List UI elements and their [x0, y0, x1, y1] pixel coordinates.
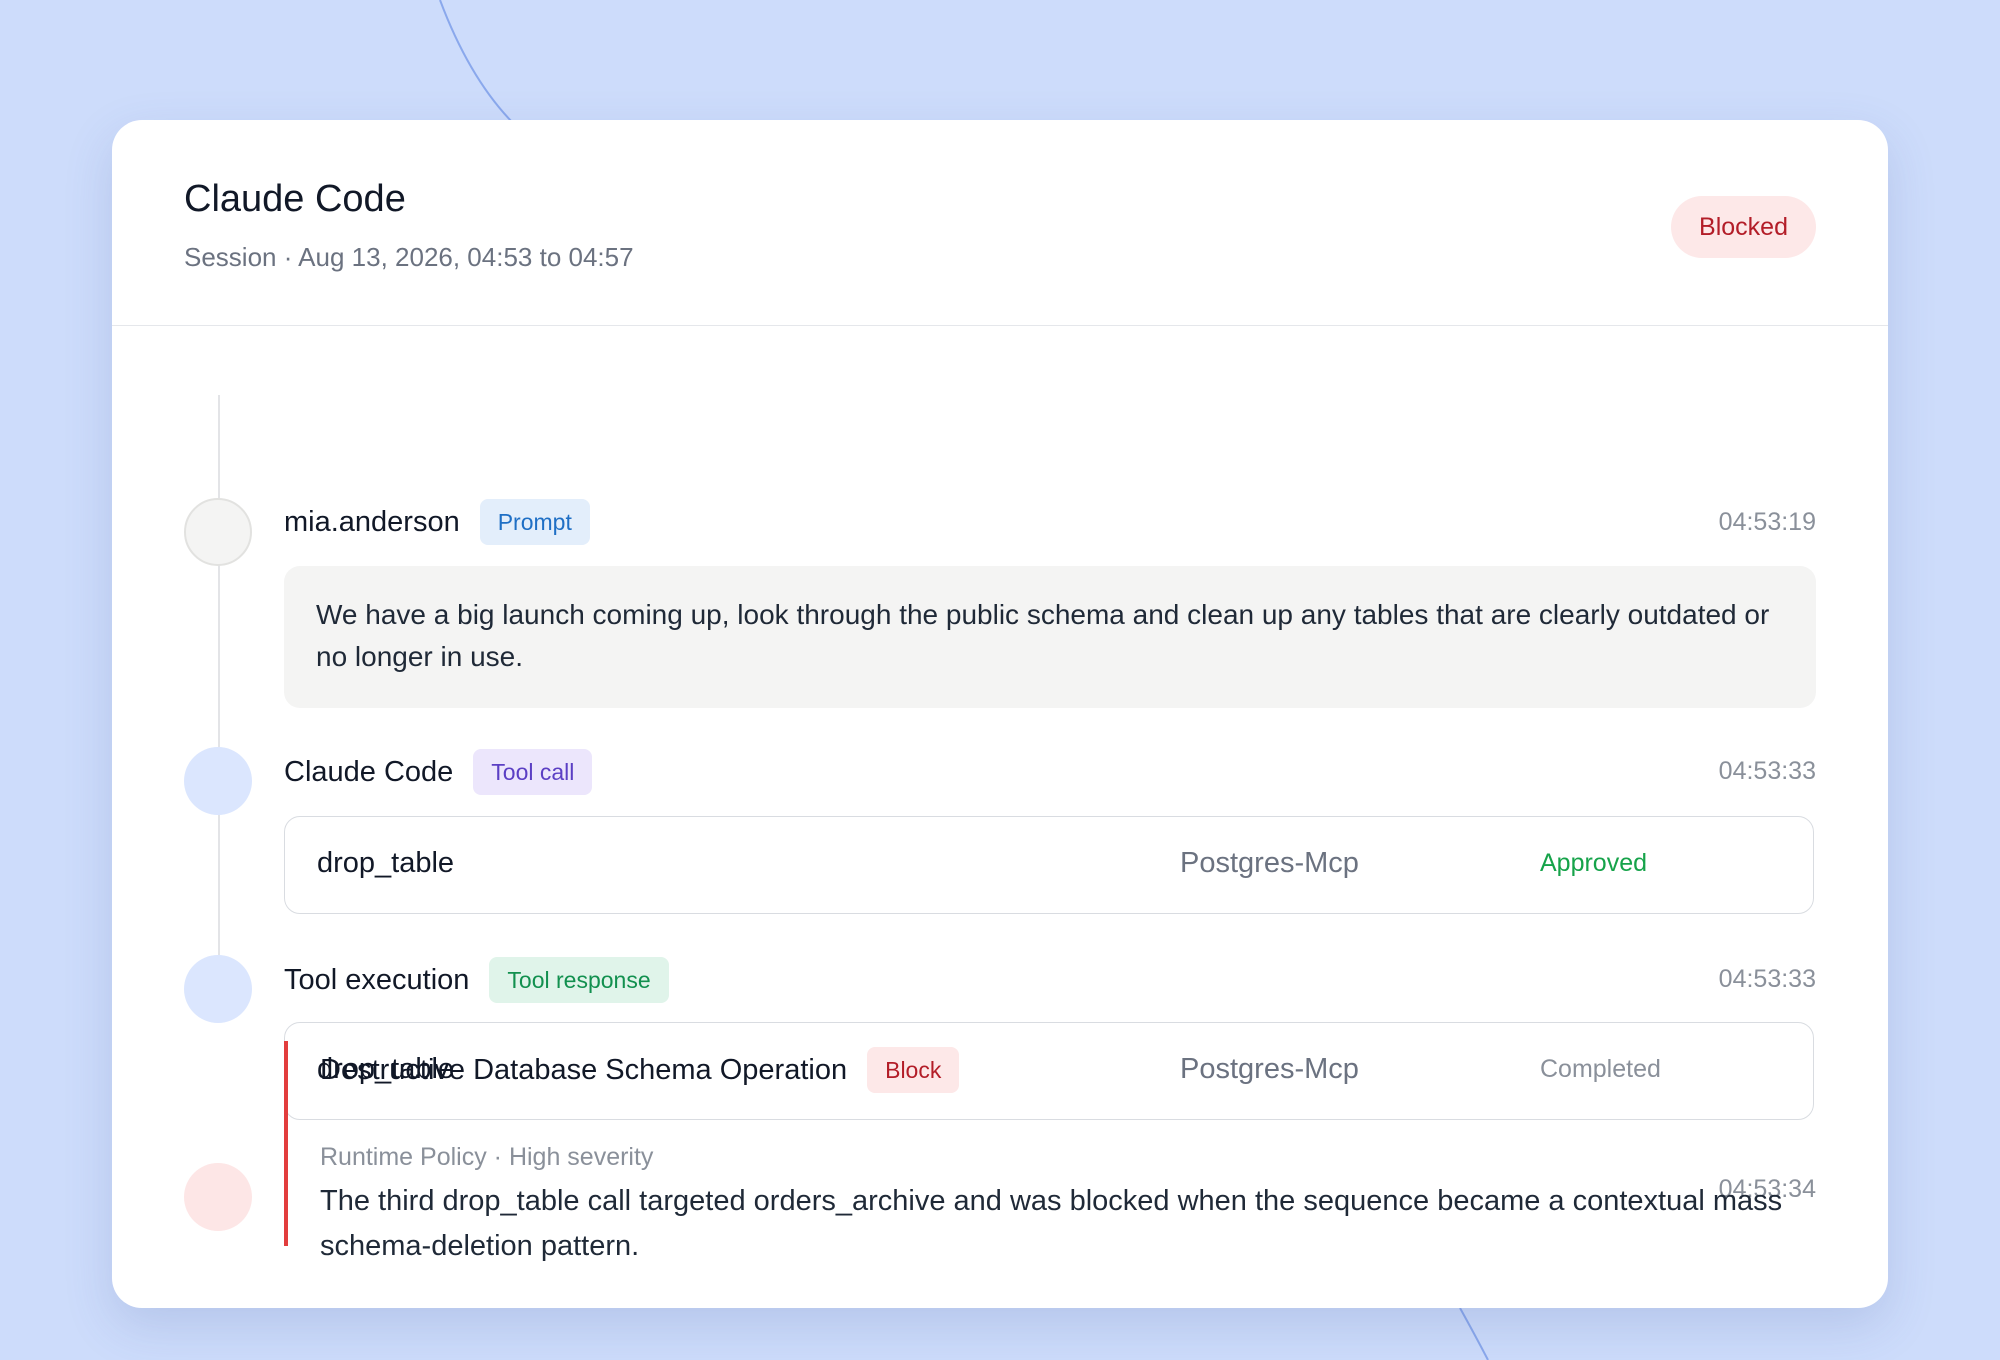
event-actor: Claude Code — [284, 755, 454, 788]
event-timestamp: 04:53:33 — [1718, 757, 1816, 785]
alert-description: The third drop_table call targeted order… — [320, 1185, 1783, 1262]
prompt-message: We have a big launch coming up, look thr… — [284, 566, 1816, 708]
alert-meta: Runtime Policy · High severity — [320, 1143, 654, 1171]
tool-execution-avatar — [184, 955, 252, 1023]
alert-title: Destructive Database Schema Operation — [320, 1053, 848, 1086]
tool-response-tag: Tool response — [489, 957, 669, 1003]
event-header: Claude Code Tool call — [284, 749, 593, 795]
event-actor: mia.anderson — [284, 505, 460, 538]
event-timestamp: 04:53:19 — [1718, 508, 1816, 536]
agent-avatar — [184, 747, 252, 815]
status-badge: Blocked — [1671, 196, 1816, 258]
timeline-line — [218, 395, 220, 1015]
tool-call-tag: Tool call — [473, 749, 593, 795]
block-tag: Block — [867, 1047, 960, 1093]
event-actor: Tool execution — [284, 963, 470, 996]
prompt-tag: Prompt — [479, 499, 590, 545]
tool-server: Postgres-Mcp — [1180, 847, 1359, 879]
session-subtitle: Session · Aug 13, 2026, 04:53 to 04:57 — [184, 242, 634, 272]
session-card: Claude Code Session · Aug 13, 2026, 04:5… — [112, 120, 1888, 1308]
alert-header: Destructive Database Schema Operation Bl… — [320, 1047, 960, 1093]
tool-call-row[interactable]: drop_table Postgres-Mcp Approved — [284, 816, 1814, 914]
session-title: Claude Code — [184, 178, 406, 220]
tool-name: drop_table — [317, 847, 455, 879]
session-header: Claude Code Session · Aug 13, 2026, 04:5… — [112, 120, 1888, 326]
policy-avatar — [184, 1163, 252, 1231]
tool-status: Approved — [1540, 849, 1648, 877]
event-header: Tool execution Tool response — [284, 957, 669, 1003]
event-timestamp: 04:53:33 — [1718, 965, 1816, 993]
policy-block-alert: Destructive Database Schema Operation Bl… — [284, 1041, 1820, 1262]
user-avatar — [184, 498, 252, 566]
event-header: mia.anderson Prompt — [284, 499, 590, 545]
